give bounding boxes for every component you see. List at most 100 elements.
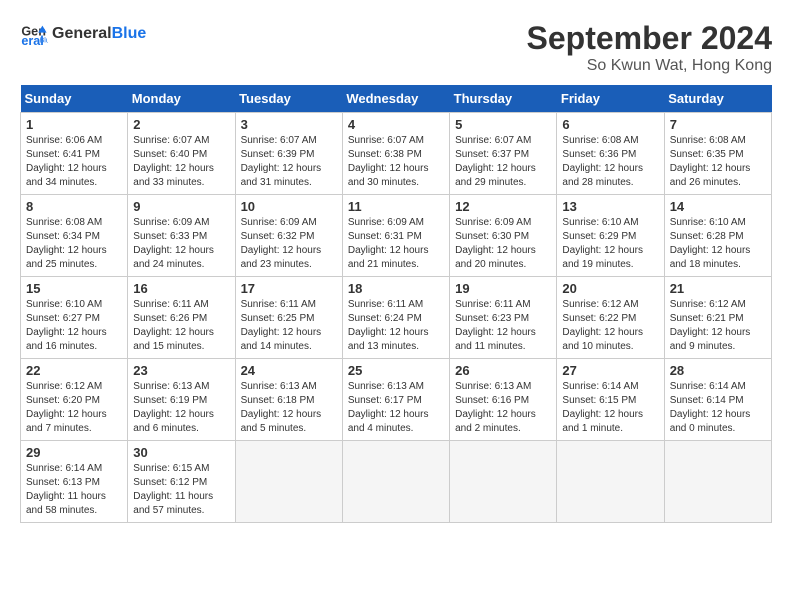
calendar-cell: 7 Sunrise: 6:08 AM Sunset: 6:35 PM Daylig… [664, 113, 771, 195]
day-number: 19 [455, 281, 551, 296]
day-info: Sunrise: 6:06 AM Sunset: 6:41 PM Dayligh… [26, 134, 122, 190]
day-number: 30 [133, 445, 229, 460]
day-info: Sunrise: 6:10 AM Sunset: 6:29 PM Dayligh… [562, 216, 658, 272]
day-info: Sunrise: 6:07 AM Sunset: 6:37 PM Dayligh… [455, 134, 551, 190]
day-info: Sunrise: 6:13 AM Sunset: 6:19 PM Dayligh… [133, 380, 229, 436]
calendar-header-thursday: Thursday [450, 85, 557, 113]
day-number: 14 [670, 199, 766, 214]
day-info: Sunrise: 6:07 AM Sunset: 6:40 PM Dayligh… [133, 134, 229, 190]
calendar-cell [557, 441, 664, 523]
calendar-week-5: 29 Sunrise: 6:14 AM Sunset: 6:13 PM Dayli… [21, 441, 772, 523]
day-info: Sunrise: 6:09 AM Sunset: 6:33 PM Dayligh… [133, 216, 229, 272]
day-info: Sunrise: 6:09 AM Sunset: 6:32 PM Dayligh… [241, 216, 337, 272]
calendar-cell: 21 Sunrise: 6:12 AM Sunset: 6:21 PM Dayli… [664, 277, 771, 359]
calendar-cell: 25 Sunrise: 6:13 AM Sunset: 6:17 PM Dayli… [342, 359, 449, 441]
day-info: Sunrise: 6:08 AM Sunset: 6:36 PM Dayligh… [562, 134, 658, 190]
calendar-cell: 9 Sunrise: 6:09 AM Sunset: 6:33 PM Daylig… [128, 195, 235, 277]
day-number: 7 [670, 117, 766, 132]
calendar-cell: 6 Sunrise: 6:08 AM Sunset: 6:36 PM Daylig… [557, 113, 664, 195]
calendar-cell: 12 Sunrise: 6:09 AM Sunset: 6:30 PM Dayli… [450, 195, 557, 277]
page-header: Gen eral Blue GeneralBlue September 2024… [20, 20, 772, 75]
day-info: Sunrise: 6:13 AM Sunset: 6:16 PM Dayligh… [455, 380, 551, 436]
day-info: Sunrise: 6:11 AM Sunset: 6:26 PM Dayligh… [133, 298, 229, 354]
day-info: Sunrise: 6:10 AM Sunset: 6:28 PM Dayligh… [670, 216, 766, 272]
calendar-cell: 16 Sunrise: 6:11 AM Sunset: 6:26 PM Dayli… [128, 277, 235, 359]
day-number: 15 [26, 281, 122, 296]
day-number: 26 [455, 363, 551, 378]
day-number: 16 [133, 281, 229, 296]
calendar-cell: 4 Sunrise: 6:07 AM Sunset: 6:38 PM Daylig… [342, 113, 449, 195]
day-info: Sunrise: 6:11 AM Sunset: 6:24 PM Dayligh… [348, 298, 444, 354]
calendar-cell: 19Sunrise: 6:11 AM Sunset: 6:23 PM Dayli… [450, 277, 557, 359]
svg-text:Blue: Blue [40, 37, 48, 44]
day-info: Sunrise: 6:09 AM Sunset: 6:31 PM Dayligh… [348, 216, 444, 272]
day-number: 18 [348, 281, 444, 296]
day-info: Sunrise: 6:12 AM Sunset: 6:20 PM Dayligh… [26, 380, 122, 436]
day-number: 28 [670, 363, 766, 378]
day-number: 11 [348, 199, 444, 214]
day-info: Sunrise: 6:14 AM Sunset: 6:15 PM Dayligh… [562, 380, 658, 436]
calendar-cell: 20Sunrise: 6:12 AM Sunset: 6:22 PM Dayli… [557, 277, 664, 359]
calendar-cell: 11 Sunrise: 6:09 AM Sunset: 6:31 PM Dayli… [342, 195, 449, 277]
day-info: Sunrise: 6:12 AM Sunset: 6:21 PM Dayligh… [670, 298, 766, 354]
month-title: September 2024 [527, 20, 772, 57]
day-number: 22 [26, 363, 122, 378]
day-info: Sunrise: 6:13 AM Sunset: 6:18 PM Dayligh… [241, 380, 337, 436]
calendar-cell: 10Sunrise: 6:09 AM Sunset: 6:32 PM Dayli… [235, 195, 342, 277]
day-number: 1 [26, 117, 122, 132]
day-number: 3 [241, 117, 337, 132]
calendar-cell: 8 Sunrise: 6:08 AM Sunset: 6:34 PM Daylig… [21, 195, 128, 277]
day-number: 9 [133, 199, 229, 214]
day-info: Sunrise: 6:07 AM Sunset: 6:38 PM Dayligh… [348, 134, 444, 190]
calendar-header-friday: Friday [557, 85, 664, 113]
day-info: Sunrise: 6:08 AM Sunset: 6:34 PM Dayligh… [26, 216, 122, 272]
day-info: Sunrise: 6:13 AM Sunset: 6:17 PM Dayligh… [348, 380, 444, 436]
day-number: 17 [241, 281, 337, 296]
day-number: 24 [241, 363, 337, 378]
day-number: 8 [26, 199, 122, 214]
calendar-cell: 1 Sunrise: 6:06 AM Sunset: 6:41 PM Daylig… [21, 113, 128, 195]
calendar-cell: 17Sunrise: 6:11 AM Sunset: 6:25 PM Dayli… [235, 277, 342, 359]
calendar-cell [450, 441, 557, 523]
calendar-cell: 13 Sunrise: 6:10 AM Sunset: 6:29 PM Dayli… [557, 195, 664, 277]
calendar-cell [342, 441, 449, 523]
calendar-week-4: 22 Sunrise: 6:12 AM Sunset: 6:20 PM Dayli… [21, 359, 772, 441]
calendar-body: 1 Sunrise: 6:06 AM Sunset: 6:41 PM Daylig… [21, 113, 772, 523]
calendar-header-wednesday: Wednesday [342, 85, 449, 113]
day-number: 2 [133, 117, 229, 132]
day-number: 21 [670, 281, 766, 296]
calendar-cell: 15Sunrise: 6:10 AM Sunset: 6:27 PM Dayli… [21, 277, 128, 359]
day-number: 6 [562, 117, 658, 132]
logo: Gen eral Blue GeneralBlue [20, 20, 146, 48]
day-number: 4 [348, 117, 444, 132]
calendar-cell: 22 Sunrise: 6:12 AM Sunset: 6:20 PM Dayli… [21, 359, 128, 441]
day-info: Sunrise: 6:14 AM Sunset: 6:14 PM Dayligh… [670, 380, 766, 436]
calendar-cell: 14 Sunrise: 6:10 AM Sunset: 6:28 PM Dayli… [664, 195, 771, 277]
day-number: 5 [455, 117, 551, 132]
calendar-cell: 23Sunrise: 6:13 AM Sunset: 6:19 PM Dayli… [128, 359, 235, 441]
day-number: 25 [348, 363, 444, 378]
calendar-cell: 29 Sunrise: 6:14 AM Sunset: 6:13 PM Dayli… [21, 441, 128, 523]
calendar-cell: 24 Sunrise: 6:13 AM Sunset: 6:18 PM Dayli… [235, 359, 342, 441]
logo-icon: Gen eral Blue [20, 20, 48, 48]
day-number: 27 [562, 363, 658, 378]
day-info: Sunrise: 6:12 AM Sunset: 6:22 PM Dayligh… [562, 298, 658, 354]
calendar-cell [664, 441, 771, 523]
calendar-header-tuesday: Tuesday [235, 85, 342, 113]
calendar-header-row: SundayMondayTuesdayWednesdayThursdayFrid… [21, 85, 772, 113]
calendar-cell: 26 Sunrise: 6:13 AM Sunset: 6:16 PM Dayli… [450, 359, 557, 441]
day-number: 13 [562, 199, 658, 214]
day-info: Sunrise: 6:15 AM Sunset: 6:12 PM Dayligh… [133, 462, 229, 518]
calendar-cell: 5 Sunrise: 6:07 AM Sunset: 6:37 PM Daylig… [450, 113, 557, 195]
day-info: Sunrise: 6:08 AM Sunset: 6:35 PM Dayligh… [670, 134, 766, 190]
day-info: Sunrise: 6:09 AM Sunset: 6:30 PM Dayligh… [455, 216, 551, 272]
day-number: 12 [455, 199, 551, 214]
day-info: Sunrise: 6:07 AM Sunset: 6:39 PM Dayligh… [241, 134, 337, 190]
calendar-cell: 18 Sunrise: 6:11 AM Sunset: 6:24 PM Dayli… [342, 277, 449, 359]
day-number: 29 [26, 445, 122, 460]
calendar-header-sunday: Sunday [21, 85, 128, 113]
day-info: Sunrise: 6:14 AM Sunset: 6:13 PM Dayligh… [26, 462, 122, 518]
calendar-cell: 28 Sunrise: 6:14 AM Sunset: 6:14 PM Dayli… [664, 359, 771, 441]
calendar-week-3: 15Sunrise: 6:10 AM Sunset: 6:27 PM Dayli… [21, 277, 772, 359]
logo-text: GeneralBlue [52, 25, 146, 43]
